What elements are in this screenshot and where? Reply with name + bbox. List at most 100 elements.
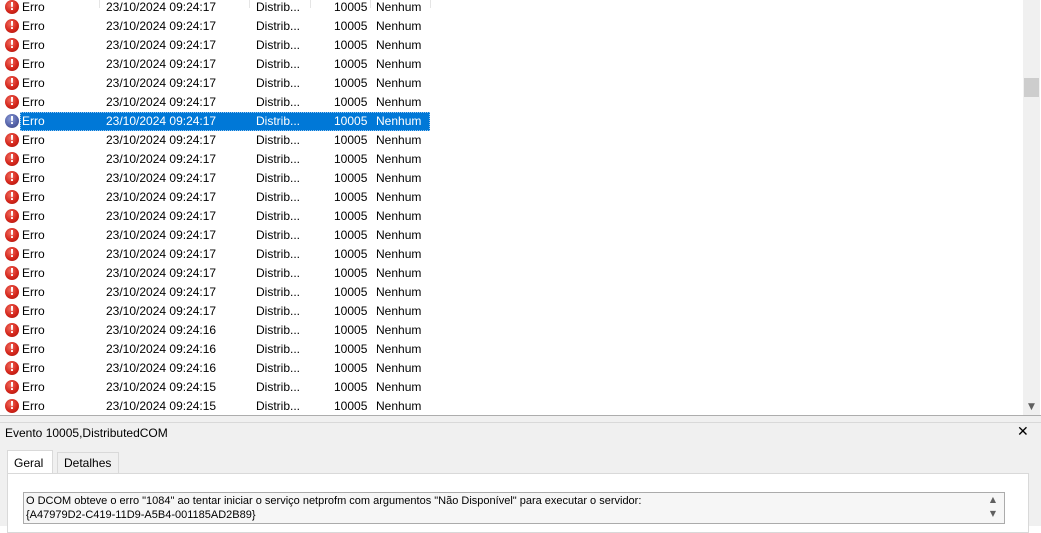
cell-date: 23/10/2024 09:24:15 — [106, 399, 217, 413]
cell-date: 23/10/2024 09:24:17 — [106, 152, 217, 166]
table-row[interactable]: ! Erro 23/10/2024 09:24:16 Distrib... 10005 N… — [0, 321, 430, 340]
cell-event-id: 10005 — [334, 304, 368, 318]
event-list[interactable]: ! Erro 23/10/2024 09:24:17 Distrib... 10005 N… — [0, 0, 1041, 416]
vertical-scrollbar[interactable]: ▼ — [1023, 0, 1040, 416]
cell-level: Erro — [22, 114, 45, 128]
cell-source: Distrib... — [256, 19, 301, 33]
error-circle-icon: ! — [5, 171, 19, 185]
table-row[interactable]: ! Erro 23/10/2024 09:24:15 Distrib... 10005 N… — [0, 397, 430, 416]
cell-event-id: 10005 — [334, 19, 368, 33]
column-separator[interactable] — [430, 0, 431, 8]
close-icon[interactable]: ✕ — [1017, 424, 1029, 440]
error-circle-icon: ! — [5, 361, 19, 375]
cell-category: Nenhum — [376, 190, 422, 204]
table-row[interactable]: ! Erro 23/10/2024 09:24:17 Distrib... 10005 N… — [0, 188, 430, 207]
table-row[interactable]: ! Erro 23/10/2024 09:24:17 Distrib... 10005 N… — [0, 169, 430, 188]
table-row[interactable]: ! Erro 23/10/2024 09:24:17 Distrib... 10005 N… — [0, 207, 430, 226]
cell-event-id: 10005 — [334, 266, 368, 280]
event-details-pane: Evento 10005,DistributedCOM ✕ Geral Deta… — [0, 422, 1041, 533]
cell-date: 23/10/2024 09:24:17 — [106, 114, 217, 128]
cell-event-id: 10005 — [334, 190, 368, 204]
cell-source: Distrib... — [256, 342, 301, 356]
cell-level: Erro — [22, 380, 45, 394]
cell-level: Erro — [22, 266, 45, 280]
cell-event-id: 10005 — [334, 133, 368, 147]
error-circle-icon: ! — [5, 19, 19, 33]
cell-source: Distrib... — [256, 38, 301, 52]
error-circle-icon: ! — [5, 57, 19, 71]
cell-level: Erro — [22, 0, 45, 14]
cell-category: Nenhum — [376, 323, 422, 337]
cell-category: Nenhum — [376, 0, 422, 14]
table-row[interactable]: ! Erro 23/10/2024 09:24:16 Distrib... 10005 N… — [0, 340, 430, 359]
cell-category: Nenhum — [376, 304, 422, 318]
table-row[interactable]: ! Erro 23/10/2024 09:24:17 Distrib... 10005 N… — [0, 93, 430, 112]
table-row[interactable]: ! Erro 23/10/2024 09:24:17 Distrib... 10005 N… — [0, 264, 430, 283]
cell-level: Erro — [22, 209, 45, 223]
cell-event-id: 10005 — [334, 95, 368, 109]
table-row[interactable]: ! Erro 23/10/2024 09:24:17 Distrib... 10005 N… — [0, 283, 430, 302]
table-row[interactable]: ! Erro 23/10/2024 09:24:16 Distrib... 10005 N… — [0, 359, 430, 378]
tab-detalhes[interactable]: Detalhes — [57, 452, 119, 473]
cell-category: Nenhum — [376, 171, 422, 185]
cell-event-id: 10005 — [334, 323, 368, 337]
cell-source: Distrib... — [256, 361, 301, 375]
table-row[interactable]: ! Erro 23/10/2024 09:24:17 Distrib... 10005 N… — [0, 245, 430, 264]
cell-source: Distrib... — [256, 114, 301, 128]
error-circle-icon: ! — [5, 380, 19, 394]
cell-source: Distrib... — [256, 399, 301, 413]
table-row[interactable]: ! Erro 23/10/2024 09:24:15 Distrib... 10005 N… — [0, 378, 430, 397]
cell-event-id: 10005 — [334, 152, 368, 166]
error-circle-icon: ! — [5, 342, 19, 356]
tab-geral[interactable]: Geral — [7, 450, 53, 473]
cell-event-id: 10005 — [334, 399, 368, 413]
cell-category: Nenhum — [376, 285, 422, 299]
cell-level: Erro — [22, 95, 45, 109]
cell-date: 23/10/2024 09:24:16 — [106, 361, 217, 375]
event-description-box[interactable]: O DCOM obteve o erro "1084" ao tentar in… — [23, 492, 1005, 524]
cell-level: Erro — [22, 171, 45, 185]
chevron-down-icon[interactable]: ▼ — [986, 508, 1000, 520]
cell-level: Erro — [22, 38, 45, 52]
error-circle-icon: ! — [5, 190, 19, 204]
scroll-down-arrow-icon[interactable]: ▼ — [1023, 399, 1040, 416]
table-row[interactable]: ! Erro 23/10/2024 09:24:17 Distrib... 10005 N… — [0, 226, 430, 245]
table-row[interactable]: ! Erro 23/10/2024 09:24:17 Distrib... 10005 N… — [0, 0, 430, 17]
cell-source: Distrib... — [256, 266, 301, 280]
table-row[interactable]: ! Erro 23/10/2024 09:24:17 Distrib... 10005 N… — [0, 302, 430, 321]
cell-date: 23/10/2024 09:24:17 — [106, 95, 217, 109]
error-circle-icon: ! — [5, 152, 19, 166]
cell-date: 23/10/2024 09:24:17 — [106, 285, 217, 299]
cell-category: Nenhum — [376, 114, 422, 128]
cell-category: Nenhum — [376, 247, 422, 261]
error-circle-icon: ! — [5, 399, 19, 413]
table-row[interactable]: ! Erro 23/10/2024 09:24:17 Distrib... 10005 N… — [0, 131, 430, 150]
cell-event-id: 10005 — [334, 171, 368, 185]
details-title: Evento 10005,DistributedCOM — [5, 426, 168, 440]
cell-event-id: 10005 — [334, 209, 368, 223]
cell-category: Nenhum — [376, 152, 422, 166]
table-row[interactable]: ! Erro 23/10/2024 09:24:17 Distrib... 10005 N… — [0, 55, 430, 74]
table-row[interactable]: ! Erro 23/10/2024 09:24:17 Distrib... 10005 N… — [0, 74, 430, 93]
selection-highlight — [20, 112, 430, 131]
cell-category: Nenhum — [376, 380, 422, 394]
table-row[interactable]: ! Erro 23/10/2024 09:24:17 Distrib... 10005 N… — [0, 36, 430, 55]
cell-event-id: 10005 — [334, 342, 368, 356]
event-description-text[interactable]: O DCOM obteve o erro "1084" ao tentar in… — [26, 494, 966, 522]
table-row[interactable]: ! Erro 23/10/2024 09:24:17 Distrib... 10005 N… — [0, 17, 430, 36]
cell-category: Nenhum — [376, 38, 422, 52]
table-row[interactable]: ! Erro 23/10/2024 09:24:17 Distrib... 10005 N… — [0, 150, 430, 169]
error-circle-icon: ! — [5, 247, 19, 261]
scrollbar-thumb[interactable] — [1024, 78, 1039, 97]
cell-date: 23/10/2024 09:24:16 — [106, 342, 217, 356]
cell-level: Erro — [22, 133, 45, 147]
chevron-up-icon[interactable]: ▲ — [986, 494, 1000, 506]
table-row[interactable]: ! Erro 23/10/2024 09:24:17 Distrib... 10005 N… — [0, 112, 430, 131]
cell-source: Distrib... — [256, 209, 301, 223]
cell-source: Distrib... — [256, 0, 301, 14]
error-circle-icon: ! — [5, 323, 19, 337]
error-circle-icon: ! — [5, 228, 19, 242]
error-circle-icon: ! — [5, 304, 19, 318]
error-circle-icon: ! — [5, 266, 19, 280]
cell-level: Erro — [22, 190, 45, 204]
